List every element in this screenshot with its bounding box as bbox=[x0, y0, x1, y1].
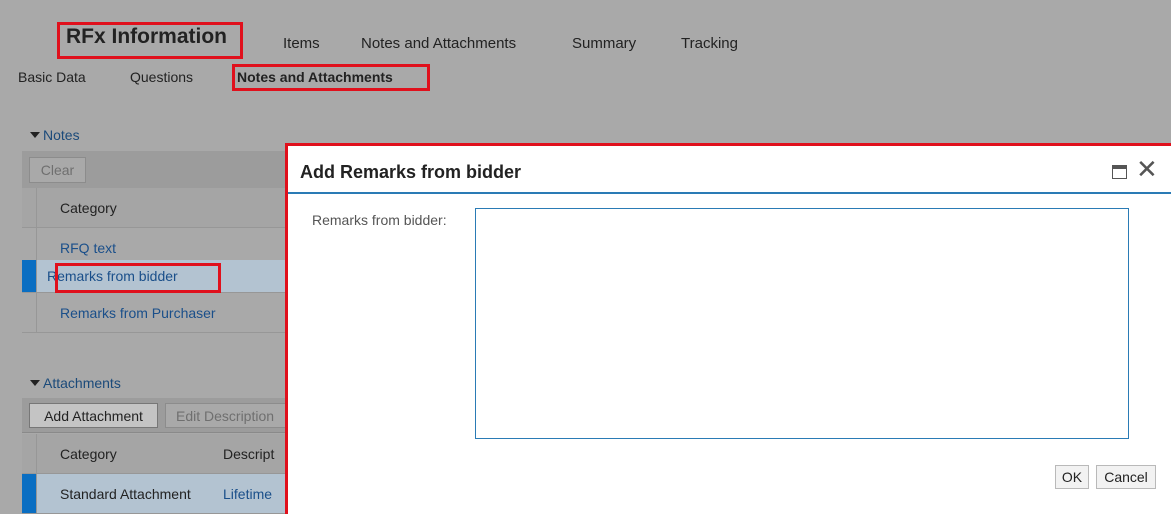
cancel-button[interactable]: Cancel bbox=[1096, 465, 1156, 489]
remarks-highlight bbox=[55, 263, 221, 293]
tab-tracking[interactable]: Tracking bbox=[681, 35, 738, 52]
tab-notes-and-attachments[interactable]: Notes and Attachments bbox=[361, 35, 516, 52]
subtab-questions[interactable]: Questions bbox=[130, 69, 193, 85]
attachments-section-label: Attachments bbox=[43, 375, 121, 391]
attachment-category[interactable]: Standard Attachment bbox=[37, 486, 218, 502]
remarks-textarea[interactable] bbox=[475, 208, 1129, 439]
row-selector bbox=[22, 188, 37, 227]
row-selector-selected[interactable] bbox=[22, 474, 37, 513]
subtab-basic-data[interactable]: Basic Data bbox=[18, 69, 86, 85]
column-header-category[interactable]: Category bbox=[37, 200, 117, 216]
close-icon[interactable]: ✕ bbox=[1136, 156, 1158, 182]
column-header-category[interactable]: Category bbox=[37, 446, 218, 462]
ok-button[interactable]: OK bbox=[1055, 465, 1089, 489]
row-selector bbox=[22, 434, 37, 473]
edit-description-button[interactable]: Edit Description bbox=[165, 403, 305, 428]
notes-section-title[interactable]: Notes bbox=[30, 127, 80, 143]
note-rfq-text[interactable]: RFQ text bbox=[37, 240, 116, 256]
add-attachment-button[interactable]: Add Attachment bbox=[29, 403, 158, 428]
subtab-notes-and-attachments[interactable]: Notes and Attachments bbox=[237, 69, 393, 85]
page-title: RFx Information bbox=[66, 25, 227, 48]
attachments-section-title[interactable]: Attachments bbox=[30, 375, 121, 391]
row-selector[interactable] bbox=[22, 293, 37, 332]
tab-summary[interactable]: Summary bbox=[572, 35, 636, 52]
add-remarks-dialog: Add Remarks from bidder ✕ Remarks from b… bbox=[285, 143, 1171, 514]
expand-triangle-icon bbox=[30, 380, 40, 386]
note-remarks-from-purchaser[interactable]: Remarks from Purchaser bbox=[37, 305, 216, 321]
tab-items[interactable]: Items bbox=[283, 35, 320, 52]
notes-section-label: Notes bbox=[43, 127, 80, 143]
dialog-title: Add Remarks from bidder bbox=[300, 162, 522, 182]
column-header-description[interactable]: Descript bbox=[218, 446, 274, 462]
maximize-icon[interactable] bbox=[1112, 165, 1127, 179]
expand-triangle-icon bbox=[30, 132, 40, 138]
row-selector-selected[interactable] bbox=[22, 260, 37, 292]
attachment-description[interactable]: Lifetime bbox=[218, 486, 272, 502]
dialog-title-underline bbox=[288, 192, 1171, 194]
remarks-field-label: Remarks from bidder: bbox=[312, 212, 447, 228]
clear-button[interactable]: Clear bbox=[29, 157, 86, 183]
